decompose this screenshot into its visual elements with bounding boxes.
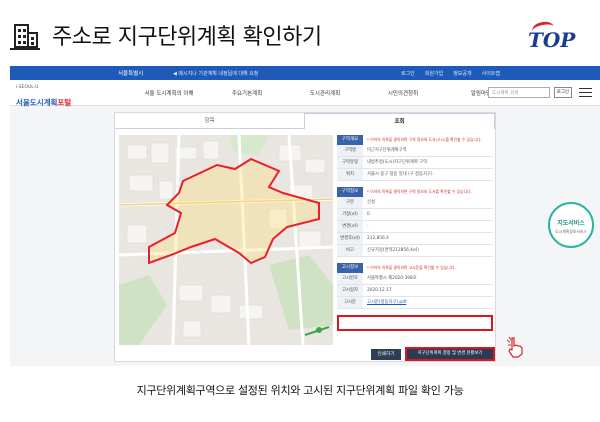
subway-station-icon bbox=[316, 327, 322, 333]
menu-item-basic-plan[interactable]: 주요기본계획 bbox=[208, 89, 286, 97]
content-panel: 항목 조회 구역개요 * 이하의 목록을 클릭하면 구역 정보와 도서(고시)를… bbox=[114, 112, 496, 362]
tab-item[interactable]: 항목 bbox=[115, 113, 304, 129]
map-canvas bbox=[119, 135, 333, 345]
info-row: 비고 신규지정(면적212856.4㎡) bbox=[337, 245, 493, 257]
notice-text: ◀ 메시지나 기관계획 내정됩에 대해 요청 bbox=[173, 70, 259, 77]
global-top-bar: 서울특별시 ◀ 메시지나 기관계획 내정됩에 대해 요청 로그인 회원가입 정보… bbox=[10, 66, 600, 80]
pointer-hand-icon bbox=[506, 336, 523, 358]
top-link-sitemap[interactable]: 사이트맵 bbox=[482, 70, 500, 77]
login-button[interactable]: 로그인 bbox=[554, 87, 572, 98]
notice-file-link[interactable]: 고시문(정동지구).pdf bbox=[363, 297, 493, 308]
menu-item-understanding[interactable]: 서울 도시계획의 이해 bbox=[130, 89, 208, 97]
site-header: i·SEOUL·U 서울도시계획포털 서울 도시계획의 이해 주요기본계획 도시… bbox=[10, 80, 600, 109]
notice-file-row: 고시문 고시문(정동지구).pdf bbox=[337, 297, 493, 309]
top-link-info[interactable]: 정보공개 bbox=[453, 70, 471, 77]
info-row: 구역명 미근지구단위계획구역 bbox=[337, 145, 493, 157]
info-row: 구분 신설 bbox=[337, 197, 493, 209]
slide-caption: 지구단위계획구역으로 설정된 위치와 고시된 지구단위계획 파일 확인 가능 bbox=[136, 384, 464, 397]
zone-section-header: 구역개요 * 이하의 목록을 클릭하면 구역 정보와 도서(고시)를 확인할 수… bbox=[337, 135, 493, 145]
building-icon bbox=[10, 20, 40, 50]
website-screenshot: 서울특별시 ◀ 메시지나 기관계획 내정됩에 대해 요청 로그인 회원가입 정보… bbox=[10, 66, 600, 366]
hamburger-menu-icon[interactable] bbox=[579, 88, 592, 97]
top-link-login[interactable]: 로그인 bbox=[401, 70, 415, 77]
info-row: 고시번호 서울특별시 제2020-398호 bbox=[337, 273, 493, 285]
info-row: 변경후(㎡) 212,856.4 bbox=[337, 233, 493, 245]
slide-title: 주소로 지구단위계획 확인하기 bbox=[10, 18, 322, 52]
info-row: 기정(㎡) 0 bbox=[337, 209, 493, 221]
info-row: 구역유형 내방추정(도시)지구단위계획 구역 bbox=[337, 157, 493, 169]
notice-section-header: 고시정보 * 이하의 목록을 클릭하면 고시문을 확인할 수 있습니다. bbox=[337, 263, 493, 273]
top-link-join[interactable]: 회원가입 bbox=[425, 70, 443, 77]
search-input[interactable]: 도시계획 검색 bbox=[488, 87, 550, 98]
seoul-link[interactable]: 서울특별시 bbox=[118, 69, 143, 77]
map-service-badge[interactable]: 지도서비스 도시계획정보서비스 bbox=[548, 202, 594, 248]
info-row: 고시일자 2020.12.17 bbox=[337, 285, 493, 297]
info-row: 변경(㎡) - bbox=[337, 221, 493, 233]
top-logo: TOP bbox=[526, 19, 582, 52]
print-button[interactable]: 인쇄하기 bbox=[371, 349, 401, 360]
zone-map[interactable] bbox=[119, 135, 333, 345]
slide-title-text: 주소로 지구단위계획 확인하기 bbox=[52, 25, 322, 50]
notice-file-highlight bbox=[337, 315, 493, 331]
tab-lookup[interactable]: 조회 bbox=[304, 113, 495, 129]
area-section-header: 구역정보 * 이하의 목록을 클릭하면 구역 정보와 도서를 확인할 수 있습니… bbox=[337, 187, 493, 197]
site-logo[interactable]: i·SEOUL·U 서울도시계획포털 bbox=[16, 85, 71, 109]
info-panel: 구역개요 * 이하의 목록을 클릭하면 구역 정보와 도서(고시)를 확인할 수… bbox=[337, 135, 493, 309]
plan-status-button[interactable]: 지구단위계획 결정 및 변경 현황보기 bbox=[405, 347, 495, 361]
main-menu: 서울 도시계획의 이해 주요기본계획 도시관리계획 시민의견청취 알림마당 bbox=[130, 89, 520, 97]
info-row: 위치 서울시 중구 정동 일대 (구 정동지구) bbox=[337, 169, 493, 181]
menu-item-management-plan[interactable]: 도시관리계획 bbox=[286, 89, 364, 97]
menu-item-citizen-opinion[interactable]: 시민의견청취 bbox=[364, 89, 442, 97]
tab-bar: 항목 조회 bbox=[115, 113, 495, 129]
